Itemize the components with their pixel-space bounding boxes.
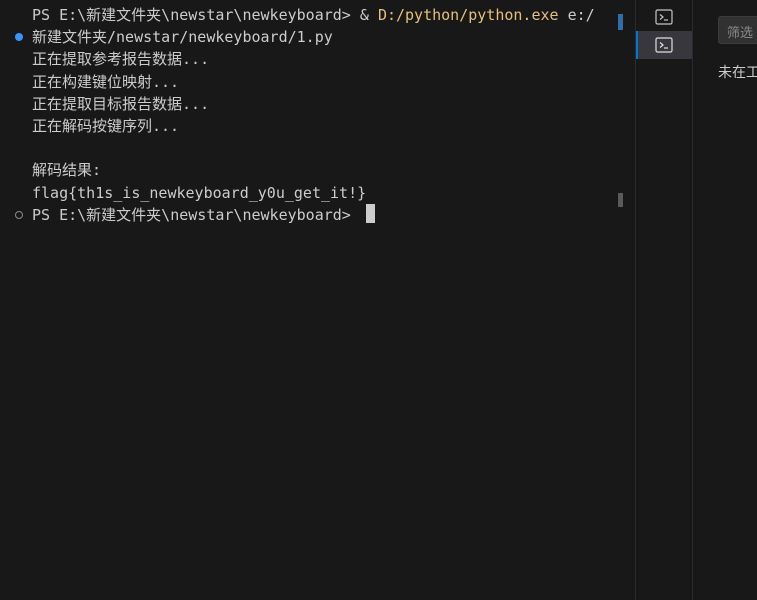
output-text: 正在提取目标报告数据... [32, 94, 210, 113]
terminal-line: flag{th1s_is_newkeyboard_y0u_get_it!} [0, 182, 617, 204]
script-path-start: e:/ [558, 6, 595, 24]
terminal-line: 新建文件夹/newstar/newkeyboard/1.py [0, 26, 617, 48]
terminal-line: 正在解码按键序列... [0, 115, 617, 137]
active-tab-indicator [636, 31, 638, 59]
command-pending-icon[interactable] [15, 210, 23, 219]
terminal-line: PS E:\新建文件夹\newstar\newkeyboard> & D:/py… [0, 4, 617, 26]
terminal-view[interactable]: PS E:\新建文件夹\newstar\newkeyboard> & D:/py… [0, 0, 617, 600]
terminal-tab-active[interactable] [636, 31, 692, 59]
result-label: 解码结果: [32, 161, 102, 180]
terminal-line: PS E:\新建文件夹\newstar\newkeyboard> [0, 203, 617, 226]
terminal-scrollbar[interactable] [617, 0, 624, 600]
terminal-tab[interactable] [636, 3, 692, 31]
prompt-text: PS E:\新建文件夹\newstar\newkeyboard> [32, 6, 360, 24]
scrollbar-marker [618, 14, 623, 30]
terminal-tabs [636, 0, 692, 600]
current-prompt: PS E:\新建文件夹\newstar\newkeyboard> [32, 205, 360, 224]
terminal-line: 正在构建键位映射... [0, 71, 617, 93]
terminal-icon [655, 37, 673, 53]
python-exe-path: D:/python/python.exe [377, 6, 559, 24]
output-text: 正在构建键位映射... [32, 72, 180, 91]
side-panel: 筛选 未在工 [693, 0, 757, 600]
terminal-output: PS E:\新建文件夹\newstar\newkeyboard> & D:/py… [0, 4, 617, 226]
terminal-line: 正在提取参考报告数据... [0, 48, 617, 70]
terminal-line: 解码结果: [0, 159, 617, 181]
scrollbar-marker [618, 193, 623, 207]
flag-text: flag{th1s_is_newkeyboard_y0u_get_it!} [32, 183, 367, 202]
output-text: 正在解码按键序列... [32, 116, 180, 135]
terminal-line: 正在提取目标报告数据... [0, 93, 617, 115]
script-path-rest: 新建文件夹/newstar/newkeyboard/1.py [32, 28, 333, 47]
filter-placeholder: 筛选 [727, 26, 754, 41]
call-operator: & [359, 6, 378, 24]
command-success-icon[interactable] [15, 33, 23, 42]
vscode-panel: PS E:\新建文件夹\newstar\newkeyboard> & D:/py… [0, 0, 757, 600]
panel-message: 未在工 [718, 65, 757, 81]
terminal-icon [655, 9, 673, 25]
filter-input[interactable]: 筛选 [718, 16, 757, 44]
terminal-cursor [365, 203, 375, 223]
output-text: 正在提取参考报告数据... [32, 50, 210, 69]
